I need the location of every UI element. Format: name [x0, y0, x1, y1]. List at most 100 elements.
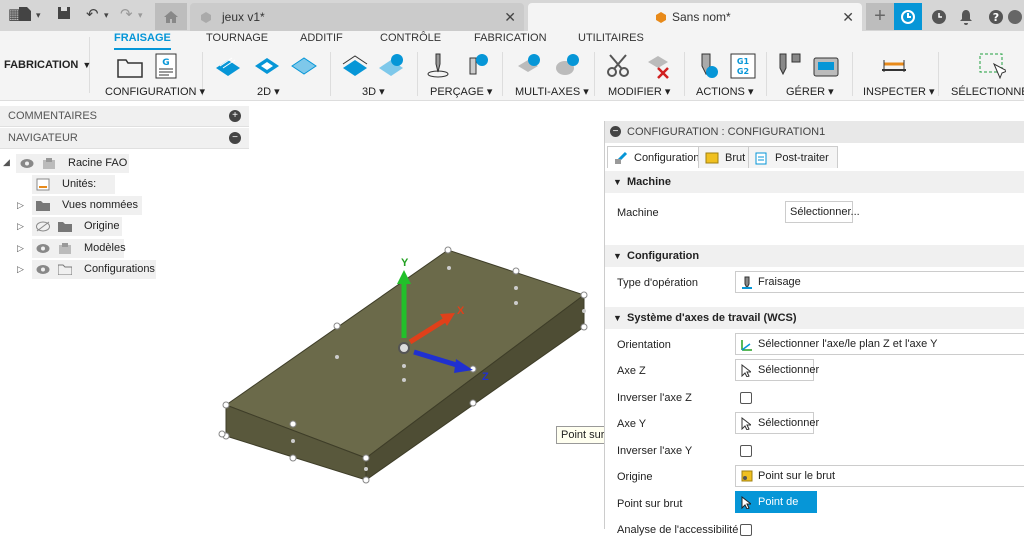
tree-models[interactable]: Modèles	[32, 239, 126, 258]
expand-icon[interactable]: +	[229, 110, 241, 122]
eye-hidden-icon[interactable]	[36, 221, 50, 232]
axis-y-select-button[interactable]: Sélectionner	[735, 412, 819, 434]
select-icon[interactable]	[978, 52, 1006, 80]
file-icon[interactable]	[18, 6, 32, 27]
invert-y-checkbox[interactable]	[740, 445, 752, 457]
multi-axis-icon[interactable]	[514, 52, 542, 80]
scissors-icon[interactable]	[604, 52, 632, 80]
tree-configurations[interactable]: Configurations	[32, 260, 156, 279]
tree-units[interactable]: Unités: mm	[32, 175, 115, 209]
save-icon[interactable]	[57, 6, 71, 25]
group-3d[interactable]: 3D ▾	[362, 85, 385, 98]
redo-icon[interactable]: ↷	[120, 6, 133, 24]
y-axis-label: Y	[401, 257, 409, 269]
collapse-icon[interactable]: −	[229, 132, 241, 144]
tab-fraisage[interactable]: FRAISAGE	[114, 31, 171, 50]
group-selectionner[interactable]: SÉLECTIONNER ▾	[951, 85, 1024, 98]
origin-label: Origine	[617, 471, 653, 483]
close-icon[interactable]: ✕	[842, 3, 854, 31]
machine-select-button[interactable]: Sélectionner...	[785, 201, 860, 223]
group-inspecter[interactable]: INSPECTER ▾	[863, 85, 935, 98]
collapse-triangle-icon[interactable]: ◢	[3, 157, 10, 168]
axis-z-select-button[interactable]: Sélectionner	[735, 359, 819, 381]
workspace-switcher[interactable]: FABRICATION ▼	[0, 37, 91, 93]
redo-dropdown-icon[interactable]: ▾	[138, 6, 143, 24]
simulate-icon[interactable]	[692, 52, 720, 80]
profile-button[interactable]	[1006, 3, 1024, 30]
navigator-panel[interactable]: NAVIGATEUR −	[0, 128, 249, 149]
svg-text:G1: G1	[737, 57, 750, 66]
origin-select[interactable]: Point sur le brut	[735, 465, 1024, 487]
group-percage[interactable]: PERÇAGE ▾	[430, 85, 492, 98]
viewport-canvas[interactable]: Y X Z	[210, 240, 610, 490]
comments-panel[interactable]: COMMENTAIRES +	[0, 106, 249, 127]
tab-controle[interactable]: CONTRÔLE	[380, 31, 441, 45]
eye-icon[interactable]	[20, 158, 34, 169]
stock-point-button[interactable]: Point de bloc	[735, 491, 817, 528]
eye-icon[interactable]	[36, 264, 50, 275]
3d-pocket-icon[interactable]	[377, 52, 405, 80]
plus-icon: +	[874, 5, 886, 27]
eye-icon[interactable]	[36, 243, 50, 254]
extensions-button[interactable]	[894, 3, 922, 30]
tab-configuration[interactable]: Configuration	[607, 146, 709, 168]
3d-adaptive-icon[interactable]	[341, 52, 369, 80]
section-configuration[interactable]: ▼ Configuration	[605, 245, 1024, 267]
nc-program-icon[interactable]: G	[152, 52, 180, 80]
post-process-icon[interactable]: G1G2	[729, 52, 757, 80]
group-2d[interactable]: 2D ▾	[257, 85, 280, 98]
group-label: MULTI-AXES	[515, 86, 581, 98]
tab-brut[interactable]: Brut	[698, 146, 755, 168]
orientation-select[interactable]: Sélectionner l'axe/le plan Z et l'axe Y	[735, 333, 1024, 355]
tree-root[interactable]: Racine FAO	[16, 154, 129, 173]
home-button[interactable]	[155, 3, 187, 30]
undo-dropdown-icon[interactable]: ▾	[104, 6, 109, 24]
file-dropdown-icon[interactable]: ▾	[36, 6, 41, 24]
invert-z-checkbox[interactable]	[740, 392, 752, 404]
2d-adaptive-icon[interactable]	[214, 52, 242, 80]
expand-triangle-icon[interactable]: ▷	[17, 221, 24, 232]
delete-toolpath-icon[interactable]	[644, 52, 672, 80]
group-gerer[interactable]: GÉRER ▾	[786, 85, 834, 98]
job-status-button[interactable]	[925, 3, 953, 30]
group-multi-axes[interactable]: MULTI-AXES ▾	[515, 85, 589, 98]
collapse-icon[interactable]: −	[610, 126, 621, 137]
section-machine[interactable]: ▼ Machine	[605, 171, 1024, 193]
expand-triangle-icon[interactable]: ▷	[17, 264, 24, 275]
tab-utilitaires[interactable]: UTILITAIRES	[578, 31, 644, 45]
face-icon[interactable]	[290, 52, 318, 80]
new-tab-button[interactable]: +	[866, 3, 894, 30]
avatar	[1008, 9, 1022, 24]
swarf-icon[interactable]	[553, 52, 581, 80]
folder-setup-icon[interactable]	[116, 52, 144, 80]
notifications-button[interactable]	[952, 3, 980, 30]
group-configuration[interactable]: CONFIGURATION ▾	[105, 85, 205, 98]
tab-fabrication[interactable]: FABRICATION	[474, 31, 547, 45]
tab-post-traiter[interactable]: Post-traiter	[748, 146, 838, 168]
thread-icon[interactable]	[462, 52, 490, 80]
measure-icon[interactable]	[880, 52, 908, 80]
panel-title: COMMENTAIRES	[8, 110, 98, 122]
undo-icon[interactable]: ↶	[86, 6, 99, 24]
tab-sans-nom[interactable]: Sans nom* ✕	[528, 3, 862, 31]
tool-library-icon[interactable]	[776, 52, 804, 80]
accessibility-checkbox[interactable]	[740, 524, 752, 536]
machine-library-icon[interactable]	[812, 52, 840, 80]
collapse-triangle-icon: ▼	[613, 177, 622, 187]
drill-icon[interactable]	[424, 52, 452, 80]
tab-additif[interactable]: ADDITIF	[300, 31, 343, 45]
group-modifier[interactable]: MODIFIER ▾	[608, 85, 670, 98]
group-actions[interactable]: ACTIONS ▾	[696, 85, 753, 98]
group-label: 2D	[257, 86, 272, 98]
section-wcs[interactable]: ▼ Système d'axes de travail (WCS)	[605, 307, 1024, 329]
2d-pocket-icon[interactable]	[253, 52, 281, 80]
tree-named-views[interactable]: Vues nommées	[32, 196, 142, 215]
tab-jeux[interactable]: jeux v1* ✕	[190, 3, 524, 31]
expand-triangle-icon[interactable]: ▷	[17, 243, 24, 254]
accessibility-label: Analyse de l'accessibilité	[617, 524, 739, 536]
operation-type-select[interactable]: Fraisage	[735, 271, 1024, 293]
expand-triangle-icon[interactable]: ▷	[17, 200, 24, 211]
tab-tournage[interactable]: TOURNAGE	[206, 31, 268, 45]
close-icon[interactable]: ✕	[504, 3, 516, 31]
tree-origin[interactable]: Origine	[32, 217, 122, 236]
